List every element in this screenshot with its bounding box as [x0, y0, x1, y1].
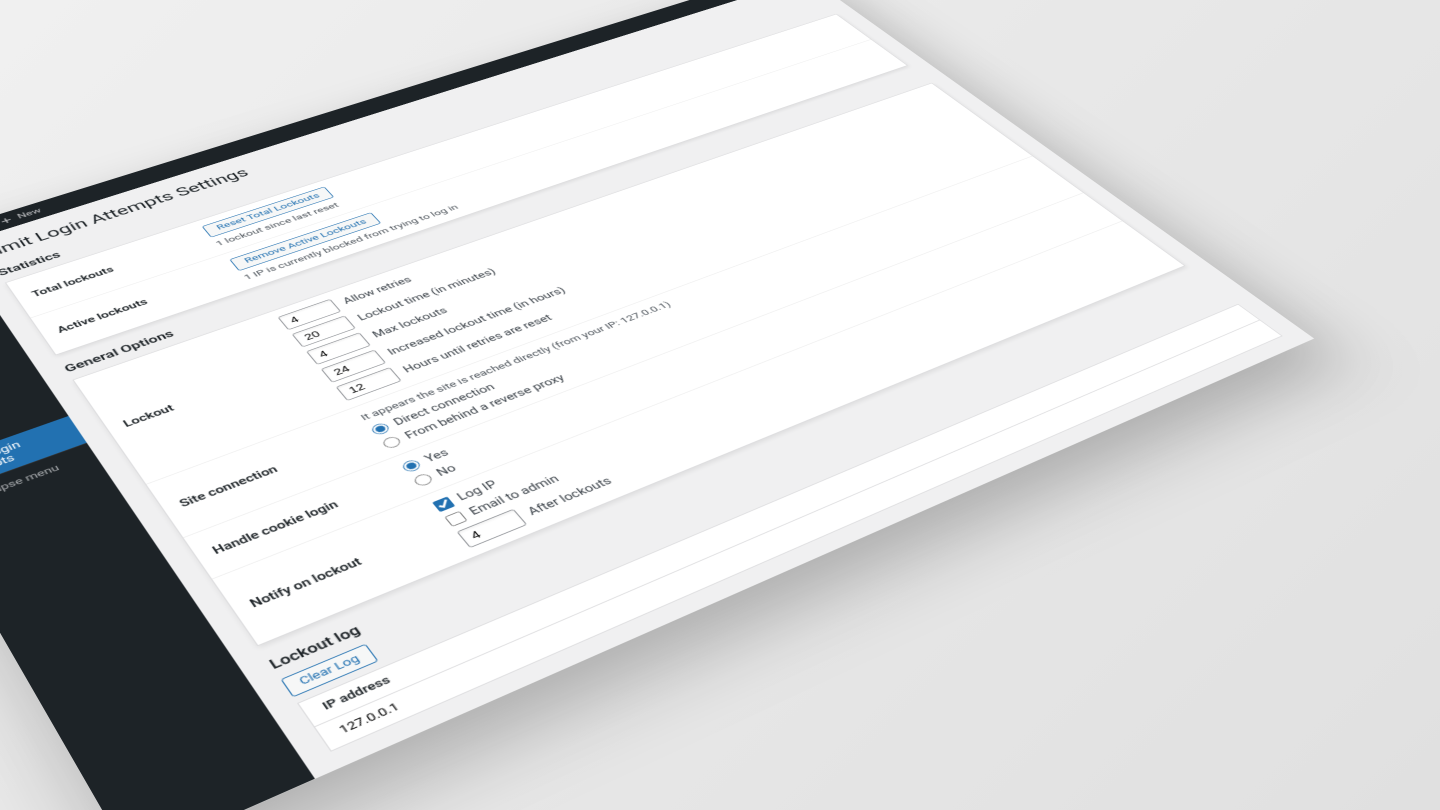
yes-label: Yes — [422, 447, 451, 464]
no-label: No — [434, 463, 459, 479]
collapse-menu[interactable]: Collapse menu — [0, 443, 102, 525]
lockout-label: Lockout — [121, 354, 315, 429]
plus-icon — [0, 216, 15, 226]
collapse-label: Collapse menu — [0, 463, 61, 504]
